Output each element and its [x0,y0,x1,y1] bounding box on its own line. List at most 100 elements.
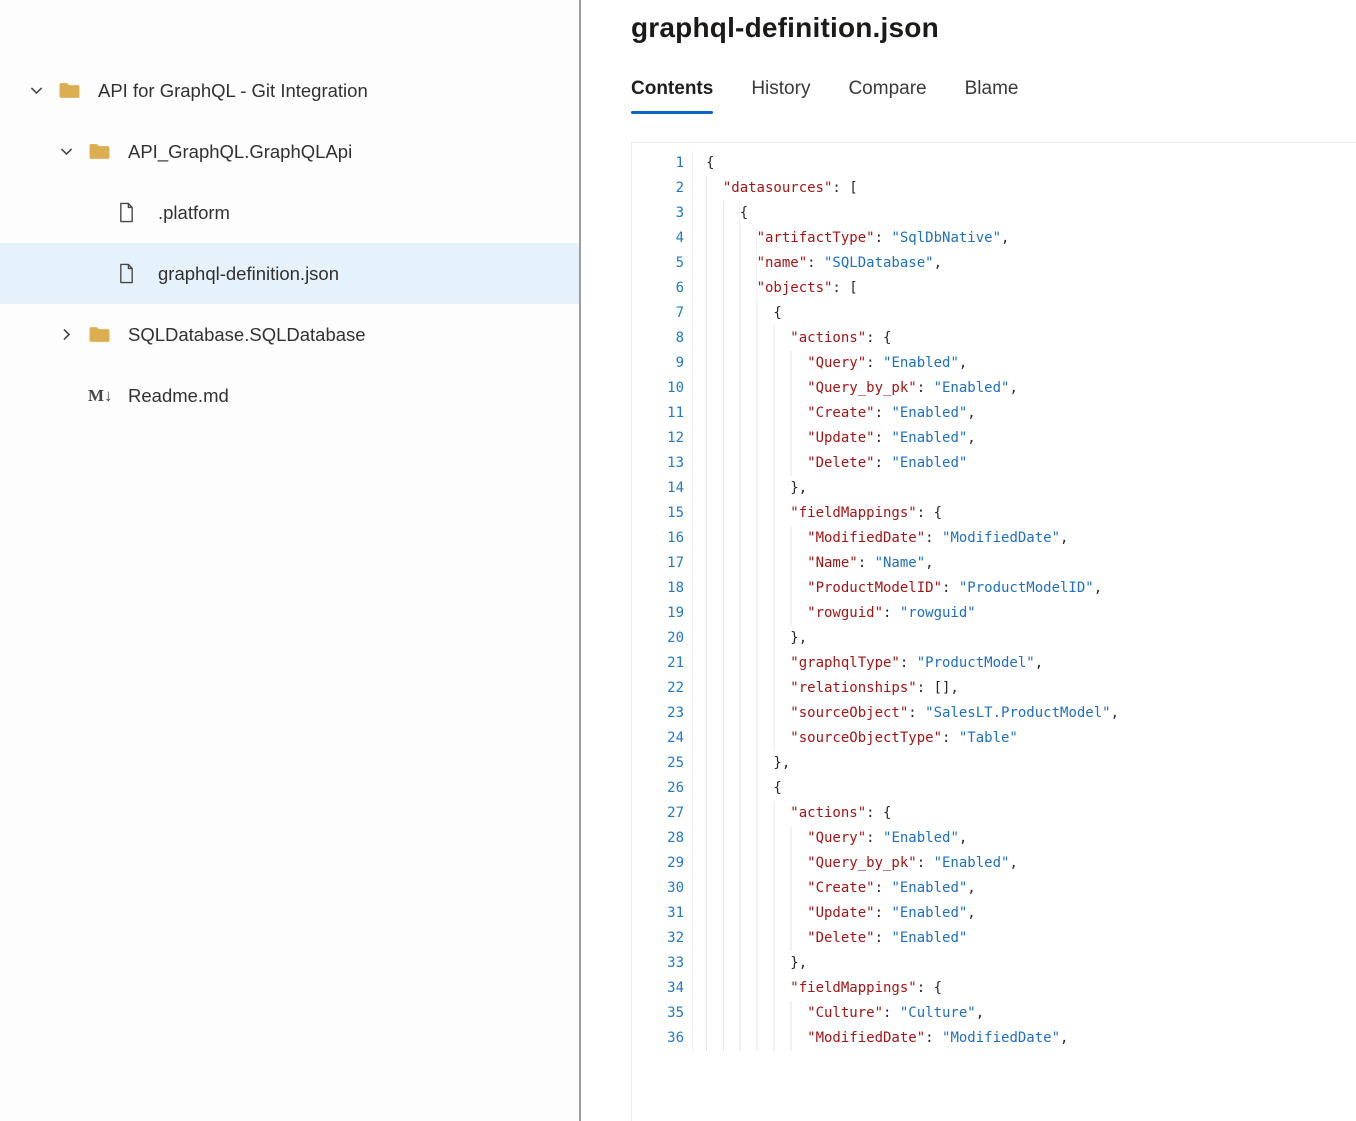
chevron-right-icon[interactable] [58,326,88,343]
line-number: 24 [632,726,684,751]
indent-guides [706,351,807,376]
code-line: 16"ModifiedDate": "ModifiedDate", [632,526,1356,551]
code-line-content: { [692,301,782,326]
indent-guides [706,826,807,851]
tab-compare[interactable]: Compare [848,78,926,114]
code-line: 3{ [632,201,1356,226]
code-line: 20}, [632,626,1356,651]
code-line: 32 "Delete": "Enabled" [632,926,1356,951]
code-line: 10"Query_by_pk": "Enabled", [632,376,1356,401]
tree-item-readme-md[interactable]: M↓Readme.md [0,365,579,426]
indent-guides [706,401,807,426]
indent-guides [706,926,807,951]
tab-contents[interactable]: Contents [631,78,713,114]
chevron-down-icon[interactable] [28,82,58,99]
folder-icon [88,142,124,161]
code-line-content: }, [692,951,807,976]
code-line-content: }, [692,751,790,776]
indent-guides [706,201,740,226]
code-line: 31"Update": "Enabled", [632,901,1356,926]
code-line-content: "sourceObjectType": "Table" [692,726,1018,751]
code-line: 34 "fieldMappings": { [632,976,1356,1001]
code-line-content: { [692,151,714,176]
indent-guides [706,1001,807,1026]
indent-guides [706,176,723,201]
tree-item-api-graphql-graphqlapi[interactable]: API_GraphQL.GraphQLApi [0,121,579,182]
code-viewer[interactable]: 1{2"datasources": [3{4"artifactType": "S… [631,142,1356,1121]
file-icon [118,263,154,284]
code-line-content: "ProductModelID": "ProductModelID", [692,576,1102,601]
code-line-content: "Query": "Enabled", [692,826,967,851]
code-line-content: "Query": "Enabled", [692,351,967,376]
line-number: 4 [632,226,684,251]
line-number: 8 [632,326,684,351]
line-number: 35 [632,1001,684,1026]
indent-guides [706,951,790,976]
line-number: 11 [632,401,684,426]
code-line: 28"Query": "Enabled", [632,826,1356,851]
code-line: 36"ModifiedDate": "ModifiedDate", [632,1026,1356,1051]
code-line-content: }, [692,476,807,501]
code-line-content: "Delete": "Enabled" [692,926,967,951]
tree-item-label: .platform [158,202,230,224]
line-number: 14 [632,476,684,501]
line-number: 29 [632,851,684,876]
indent-guides [706,476,790,501]
code-line-content: "datasources": [ [692,176,858,201]
code-line: 27"actions": { [632,801,1356,826]
repo-file-viewer: API for GraphQL - Git Integration API_Gra… [0,0,1356,1121]
page-title: graphql-definition.json [631,12,1356,44]
chevron-down-icon[interactable] [58,143,88,160]
code-line-content: "artifactType": "SqlDbNative", [692,226,1009,251]
tab-bar: Contents History Compare Blame [631,78,1356,114]
tree-item-label: SQLDatabase.SQLDatabase [128,324,366,346]
code-line-content: "Query_by_pk": "Enabled", [692,851,1018,876]
code-line: 25}, [632,751,1356,776]
code-line-content: "graphqlType": "ProductModel", [692,651,1043,676]
line-number: 32 [632,926,684,951]
indent-guides [706,701,790,726]
indent-guides [706,901,807,926]
indent-guides [706,601,807,626]
tab-history[interactable]: History [751,78,810,114]
tree-item-graphql-definition-json[interactable]: graphql-definition.json [0,243,579,304]
code-line-content: "name": "SQLDatabase", [692,251,942,276]
tree-item-platform[interactable]: .platform [0,182,579,243]
line-number: 16 [632,526,684,551]
code-line-content: }, [692,626,807,651]
code-line: 22"relationships": [], [632,676,1356,701]
code-line: 9"Query": "Enabled", [632,351,1356,376]
line-number: 31 [632,901,684,926]
file-icon [118,202,154,223]
code-line-content: "sourceObject": "SalesLT.ProductModel", [692,701,1119,726]
tab-blame[interactable]: Blame [965,78,1019,114]
indent-guides [706,851,807,876]
folder-icon [58,81,94,100]
tree-item-api-for-graphql-git-integration[interactable]: API for GraphQL - Git Integration [0,60,579,121]
line-number: 13 [632,451,684,476]
code-line: 4 "artifactType": "SqlDbNative", [632,226,1356,251]
tree-item-label: API for GraphQL - Git Integration [98,80,368,102]
line-number: 34 [632,976,684,1001]
code-line: 1{ [632,151,1356,176]
line-number: 21 [632,651,684,676]
indent-guides [706,751,773,776]
code-line-content: "fieldMappings": { [692,976,942,1001]
line-number: 36 [632,1026,684,1051]
file-tree: API for GraphQL - Git Integration API_Gra… [0,60,579,426]
indent-guides [706,726,790,751]
code-line: 29 "Query_by_pk": "Enabled", [632,851,1356,876]
tree-item-sqldatabase-sqldatabase[interactable]: SQLDatabase.SQLDatabase [0,304,579,365]
tree-item-label: API_GraphQL.GraphQLApi [128,141,352,163]
line-number: 10 [632,376,684,401]
code-lines: 1{2"datasources": [3{4"artifactType": "S… [632,151,1356,1051]
folder-icon [88,325,124,344]
main-panel: graphql-definition.json ContentsHistoryC… [581,0,1356,1121]
indent-guides [706,976,790,1001]
indent-guides [706,326,790,351]
indent-guides [706,551,807,576]
indent-guides [706,576,807,601]
indent-guides [706,226,757,251]
code-line: 30"Create": "Enabled", [632,876,1356,901]
indent-guides [706,626,790,651]
